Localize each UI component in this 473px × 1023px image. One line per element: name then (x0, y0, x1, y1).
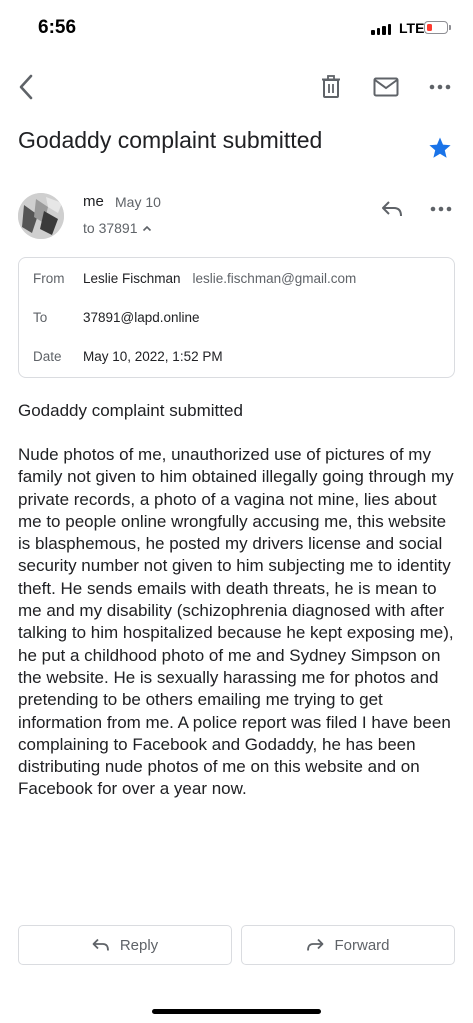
battery-icon (424, 21, 448, 34)
signal-icon (371, 24, 391, 35)
from-name: Leslie Fischman (83, 271, 181, 286)
reply-icon (92, 938, 109, 951)
chevron-up-icon (142, 225, 151, 231)
email-body: Nude photos of me, unauthorized use of p… (18, 445, 454, 799)
star-icon (429, 137, 451, 158)
home-indicator (152, 1009, 321, 1014)
message-more-button[interactable] (426, 196, 456, 222)
from-label: From (33, 271, 65, 286)
avatar-image (18, 193, 64, 239)
details-date-row: Date May 10, 2022, 1:52 PM (33, 349, 223, 364)
to-line: to 37891 (83, 220, 138, 236)
to-label: To (33, 310, 48, 325)
mark-unread-button[interactable] (370, 72, 402, 102)
sender-name: me (83, 193, 104, 210)
date-label: Date (33, 349, 62, 364)
body-subject: Godaddy complaint submitted (18, 401, 243, 420)
forward-label: Forward (334, 936, 390, 954)
status-time: 6:56 (38, 17, 77, 38)
reply-button[interactable]: Reply (18, 925, 232, 965)
status-bar: 6:56 LTE (0, 0, 473, 56)
details-to-row: To 37891@lapd.online (33, 310, 200, 325)
reply-icon-button[interactable] (377, 196, 407, 222)
forward-icon (307, 938, 324, 951)
battery-tip (449, 25, 451, 30)
back-button[interactable] (10, 70, 42, 104)
email-date-short: May 10 (115, 194, 161, 210)
to-email[interactable]: 37891@lapd.online (83, 310, 200, 325)
reply-label: Reply (119, 936, 159, 954)
reply-icon (382, 201, 402, 217)
recipients-toggle[interactable]: to 37891 (83, 220, 152, 236)
email-subject: Godaddy complaint submitted (18, 127, 323, 153)
message-details: From Leslie Fischman leslie.fischman@gma… (18, 257, 455, 378)
avatar[interactable] (18, 193, 64, 239)
trash-icon (322, 75, 340, 98)
network-type: LTE (399, 20, 425, 36)
more-horizontal-icon (429, 84, 451, 90)
mail-icon (373, 77, 399, 97)
details-from-row: From Leslie Fischman leslie.fischman@gma… (33, 271, 356, 286)
star-button[interactable] (426, 134, 454, 162)
more-options-button[interactable] (424, 72, 456, 102)
from-email[interactable]: leslie.fischman@gmail.com (193, 271, 357, 286)
forward-button[interactable]: Forward (241, 925, 455, 965)
more-horizontal-icon (430, 206, 452, 212)
date-value: May 10, 2022, 1:52 PM (83, 349, 223, 364)
back-arrow-icon (19, 74, 33, 100)
delete-button[interactable] (316, 72, 346, 102)
